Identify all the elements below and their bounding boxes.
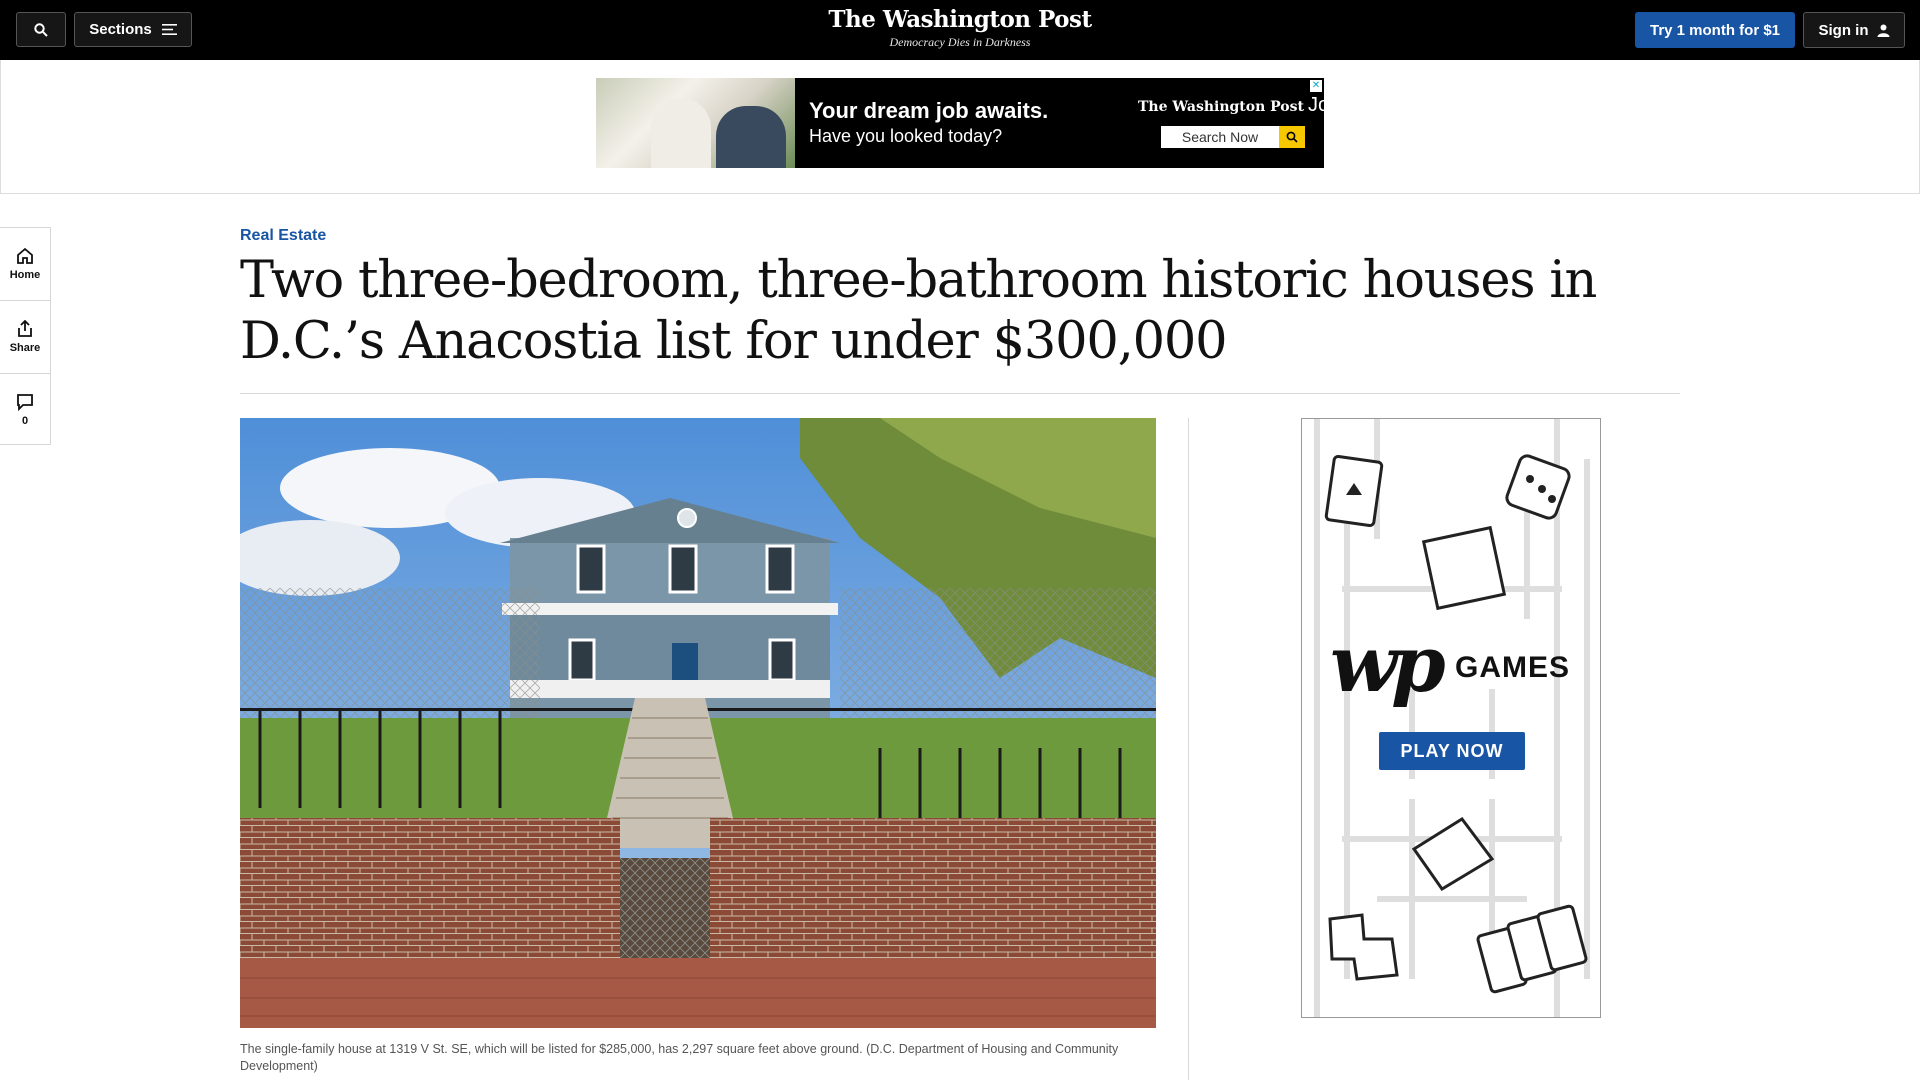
play-now-button[interactable]: PLAY NOW xyxy=(1379,732,1525,770)
ad-search-button[interactable] xyxy=(1279,126,1305,148)
rail-home-label: Home xyxy=(9,269,41,281)
hero-image[interactable] xyxy=(240,418,1156,1028)
subscribe-button[interactable]: Try 1 month for $1 xyxy=(1635,12,1795,48)
ad-brand: The Washington PostJobs xyxy=(1138,94,1324,117)
home-icon xyxy=(17,247,33,264)
ad-brand-suffix: Jobs xyxy=(1308,94,1324,116)
rail-comments-count: 0 xyxy=(21,415,29,427)
rail-home-button[interactable]: Home xyxy=(0,228,50,301)
sections-label: Sections xyxy=(89,21,152,38)
comment-icon xyxy=(17,394,33,411)
search-icon xyxy=(1286,131,1298,143)
rail-comments-button[interactable]: 0 xyxy=(0,374,50,446)
masthead-logo[interactable]: The Washington Post Democracy Dies in Da… xyxy=(760,6,1160,50)
rail-share-button[interactable]: Share xyxy=(0,301,50,374)
games-ad-artwork xyxy=(1314,419,1590,1017)
share-icon xyxy=(18,320,32,337)
search-button[interactable] xyxy=(16,12,66,47)
ad-photo xyxy=(596,78,795,168)
masthead-tagline: Democracy Dies in Darkness xyxy=(889,35,1031,49)
headline-divider xyxy=(240,393,1680,394)
article-kicker[interactable]: Real Estate xyxy=(240,227,326,245)
search-icon xyxy=(34,22,48,37)
ad-headline: Your dream job awaits. xyxy=(809,98,1049,123)
user-icon xyxy=(1877,24,1889,37)
ad-subline: Have you looked today? xyxy=(809,126,1003,146)
jobs-ad-banner[interactable]: Your dream job awaits. Have you looked t… xyxy=(596,78,1324,168)
article-tools-rail: Home Share 0 xyxy=(0,227,51,445)
masthead-title: The Washington Post xyxy=(828,6,1092,33)
ad-close-icon[interactable]: ✕ xyxy=(1310,80,1322,92)
sign-in-button[interactable]: Sign in xyxy=(1803,12,1905,48)
sign-in-label: Sign in xyxy=(1818,21,1869,39)
ad-brand-name: The Washington Post xyxy=(1138,99,1304,115)
sections-menu-button[interactable]: Sections xyxy=(74,12,192,47)
games-logo: wp xyxy=(1330,619,1446,710)
article-headline: Two three-bedroom, three-bathroom histor… xyxy=(240,251,1597,371)
menu-icon xyxy=(161,24,177,35)
hero-caption: The single-family house at 1319 V St. SE… xyxy=(240,1042,1119,1073)
top-navigation-bar: Sections The Washington Post Democracy D… xyxy=(0,0,1920,60)
games-label: GAMES xyxy=(1455,651,1571,684)
column-divider xyxy=(1188,418,1189,1080)
rail-share-label: Share xyxy=(9,342,41,354)
games-ad[interactable]: wp GAMES PLAY NOW xyxy=(1301,418,1601,1018)
house-photo xyxy=(240,418,1156,1028)
ad-search-box[interactable]: Search Now xyxy=(1161,126,1279,148)
